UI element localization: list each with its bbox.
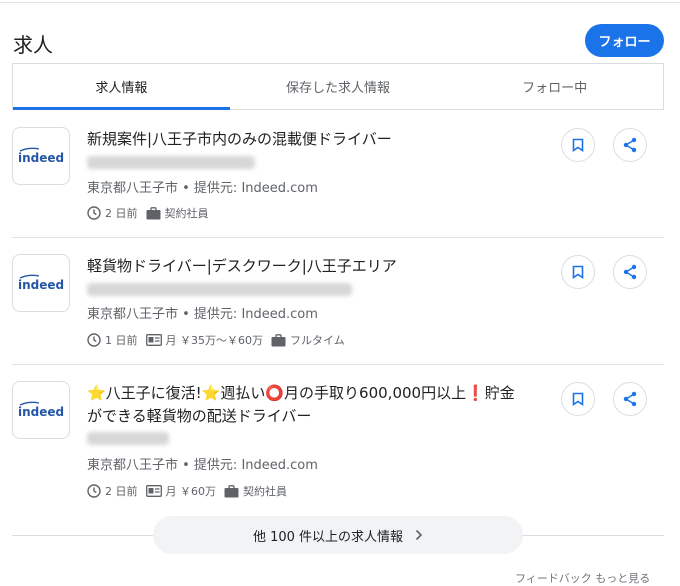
share-icon (623, 391, 637, 407)
indeed-logo: indeed (12, 254, 70, 312)
employment-type: フルタイム (290, 334, 345, 347)
posted-time: 1 日前 (105, 334, 138, 347)
salary: 月 ￥60万 (165, 485, 217, 498)
indeed-logo: indeed (12, 127, 70, 185)
more-jobs-label: 他 100 件以上の求人情報 (252, 529, 404, 545)
tab-following[interactable]: フォロー中 (446, 64, 663, 109)
job-location: 東京都八王子市 • 提供元: Indeed.com (87, 181, 318, 196)
briefcase-icon (224, 484, 239, 497)
indeed-logo: indeed (12, 381, 70, 439)
salary: 月 ￥35万～￥60万 (165, 334, 264, 347)
job-meta: 1 日前 月 ￥35万～￥60万 フルタイム (87, 332, 353, 348)
svg-text:indeed: indeed (18, 278, 64, 292)
clock-icon (87, 206, 101, 220)
footer-links[interactable]: フィードバック もっと見る (515, 570, 650, 586)
posted-time: 2 日前 (105, 207, 138, 220)
posted-time: 2 日前 (105, 485, 138, 498)
job-title[interactable]: 軽貨物ドライバー|デスクワーク|八王子エリア (87, 255, 547, 278)
employment-type: 契約社員 (164, 207, 209, 220)
salary-icon (145, 334, 162, 346)
divider (12, 237, 664, 238)
job-location: 東京都八王子市 • 提供元: Indeed.com (87, 307, 318, 322)
salary-icon (145, 485, 162, 497)
job-location: 東京都八王子市 • 提供元: Indeed.com (87, 458, 318, 473)
svg-text:indeed: indeed (18, 405, 64, 419)
share-icon (623, 137, 637, 153)
bookmark-icon (572, 392, 584, 406)
share-icon (623, 264, 637, 280)
chevron-right-icon (415, 529, 423, 541)
share-job-button[interactable] (613, 255, 647, 289)
follow-button[interactable]: フォロー (585, 24, 664, 57)
job-title-line: ができる軽貨物の配送ドライバー (87, 407, 312, 425)
page-title: 求人 (13, 33, 53, 57)
employment-type: 契約社員 (243, 485, 287, 498)
company-name-blurred (87, 283, 352, 296)
divider (12, 364, 664, 365)
bookmark-icon (572, 265, 584, 279)
briefcase-icon (271, 333, 286, 346)
tab-job-listings[interactable]: 求人情報 (13, 64, 230, 110)
clock-icon (87, 484, 101, 498)
bookmark-icon (572, 138, 584, 152)
tab-saved-jobs[interactable]: 保存した求人情報 (230, 64, 447, 109)
share-job-button[interactable] (613, 382, 647, 416)
tab-bar: 求人情報 保存した求人情報 フォロー中 (12, 63, 664, 110)
clock-icon (87, 333, 101, 347)
briefcase-icon (146, 206, 160, 219)
svg-text:indeed: indeed (18, 151, 64, 165)
share-job-button[interactable] (613, 128, 647, 162)
job-title-line: ⭐八王子に復活!⭐週払い⭕月の手取り600,000円以上❗貯金 (87, 384, 515, 402)
more-jobs-button[interactable]: 他 100 件以上の求人情報 (153, 516, 523, 554)
top-divider (0, 2, 680, 3)
job-title[interactable]: ⭐八王子に復活!⭐週払い⭕月の手取り600,000円以上❗貯金 ができる軽貨物の… (87, 382, 547, 428)
job-meta: 2 日前 月 ￥60万 契約社員 (87, 483, 295, 499)
save-job-button[interactable] (561, 255, 595, 289)
save-job-button[interactable] (561, 382, 595, 416)
job-meta: 2 日前 契約社員 (87, 205, 217, 221)
company-name-blurred (87, 156, 255, 169)
company-name-blurred (87, 432, 169, 445)
job-title[interactable]: 新規案件|八王子市内のみの混載便ドライバー (87, 128, 547, 151)
save-job-button[interactable] (561, 128, 595, 162)
